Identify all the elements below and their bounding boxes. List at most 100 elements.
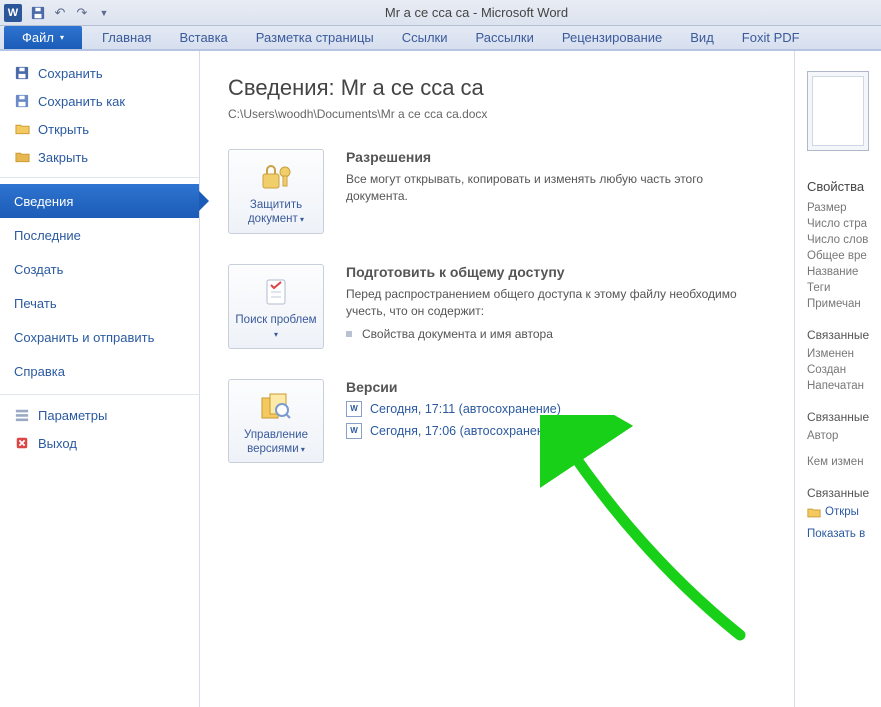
related-dates-heading: Связанные <box>807 328 881 342</box>
word-doc-icon: W <box>346 423 362 439</box>
folder-open-icon <box>14 121 30 137</box>
save-icon <box>14 65 30 81</box>
separator <box>0 177 199 178</box>
separator <box>0 394 199 395</box>
section-versions: Управление версиями Версии W Сегодня, 17… <box>228 379 766 464</box>
section-prepare: Поиск проблем Подготовить к общему досту… <box>228 264 766 349</box>
check-issues-button[interactable]: Поиск проблем <box>228 264 324 349</box>
document-thumbnail[interactable] <box>807 71 869 151</box>
save-icon[interactable] <box>30 5 46 21</box>
version-item[interactable]: W Сегодня, 17:11 (автосохранение) <box>346 401 562 417</box>
info-content: Сведения: Mr a ce cca ca C:\Users\woodh\… <box>200 51 795 707</box>
window-title: Mr a ce cca ca - Microsoft Word <box>112 5 881 20</box>
tab-file[interactable]: Файл <box>4 26 82 49</box>
ribbon-tabs: Файл Главная Вставка Разметка страницы С… <box>0 26 881 51</box>
section-permissions: Защитить документ Разрешения Все могут о… <box>228 149 766 234</box>
tab-insert[interactable]: Вставка <box>165 26 241 49</box>
page-title: Сведения: Mr a ce cca ca <box>228 75 766 101</box>
bullet-row: Свойства документа и имя автора <box>346 327 766 341</box>
prop-words: Число слов <box>807 234 881 246</box>
section-body: Подготовить к общему доступу Перед распр… <box>346 264 766 349</box>
prop-pages: Число стра <box>807 218 881 230</box>
sidebar-item-recent[interactable]: Последние <box>0 218 199 252</box>
prop-modified: Изменен <box>807 348 881 360</box>
sidebar-item-label: Печать <box>14 296 57 311</box>
sidebar-item-label: Сохранить как <box>38 94 125 109</box>
sidebar-item-label: Справка <box>14 364 65 379</box>
backstage-sidebar: Сохранить Сохранить как Открыть Закрыть … <box>0 51 200 707</box>
section-title: Подготовить к общему доступу <box>346 264 766 280</box>
title-bar: W ↶ ↷ ▼ Mr a ce cca ca - Microsoft Word <box>0 0 881 26</box>
section-body: Версии W Сегодня, 17:11 (автосохранение)… <box>346 379 562 464</box>
section-text: Все могут открывать, копировать и изменя… <box>346 171 766 205</box>
sidebar-item-print[interactable]: Печать <box>0 286 199 320</box>
options-icon <box>14 407 30 423</box>
show-all-link[interactable]: Показать в <box>807 528 881 540</box>
sidebar-item-saveas[interactable]: Сохранить как <box>0 87 199 115</box>
open-file-location[interactable]: Откры <box>807 506 881 518</box>
related-docs-heading: Связанные <box>807 486 881 500</box>
sidebar-item-open[interactable]: Открыть <box>0 115 199 143</box>
sidebar-item-label: Сохранить и отправить <box>14 330 154 345</box>
quick-access-toolbar: ↶ ↷ ▼ <box>30 5 112 21</box>
lock-key-icon <box>233 160 319 194</box>
prop-notes: Примечан <box>807 298 881 310</box>
button-label: Защитить документ <box>233 198 319 227</box>
sidebar-item-label: Создать <box>14 262 63 277</box>
sidebar-item-label: Сведения <box>14 194 73 209</box>
properties-heading[interactable]: Свойства <box>807 179 881 194</box>
word-app-icon: W <box>4 4 22 22</box>
inspect-icon <box>233 275 319 309</box>
tab-mail[interactable]: Рассылки <box>462 26 548 49</box>
tab-review[interactable]: Рецензирование <box>548 26 676 49</box>
tab-refs[interactable]: Ссылки <box>388 26 462 49</box>
sidebar-item-options[interactable]: Параметры <box>0 401 199 429</box>
tab-view[interactable]: Вид <box>676 26 728 49</box>
prop-created: Создан <box>807 364 881 376</box>
sidebar-item-new[interactable]: Создать <box>0 252 199 286</box>
sidebar-item-save[interactable]: Сохранить <box>0 59 199 87</box>
prop-edit-time: Общее вре <box>807 250 881 262</box>
word-doc-icon: W <box>346 401 362 417</box>
saveas-icon <box>14 93 30 109</box>
section-title: Версии <box>346 379 562 395</box>
button-label: Поиск проблем <box>233 313 319 342</box>
exit-icon <box>14 435 30 451</box>
qat-dropdown-icon[interactable]: ▼ <box>96 5 112 21</box>
bullet-text: Свойства документа и имя автора <box>362 327 553 341</box>
properties-panel: Свойства Размер Число стра Число слов Об… <box>795 51 881 707</box>
sidebar-item-help[interactable]: Справка <box>0 354 199 388</box>
protect-document-button[interactable]: Защитить документ <box>228 149 324 234</box>
section-text: Перед распространением общего доступа к … <box>346 286 766 320</box>
prop-size: Размер <box>807 202 881 214</box>
sidebar-item-label: Сохранить <box>38 66 103 81</box>
bullet-icon <box>346 331 352 337</box>
button-label: Управление версиями <box>233 428 319 457</box>
version-item[interactable]: W Сегодня, 17:06 (автосохранение) <box>346 423 562 439</box>
related-people-heading: Связанные <box>807 410 881 424</box>
tab-foxit[interactable]: Foxit PDF <box>728 26 814 49</box>
prop-printed: Напечатан <box>807 380 881 392</box>
prop-title: Название <box>807 266 881 278</box>
versions-icon <box>233 390 319 424</box>
sidebar-item-exit[interactable]: Выход <box>0 429 199 457</box>
tab-home[interactable]: Главная <box>88 26 165 49</box>
sidebar-item-share[interactable]: Сохранить и отправить <box>0 320 199 354</box>
manage-versions-button[interactable]: Управление версиями <box>228 379 324 464</box>
backstage-view: Сохранить Сохранить как Открыть Закрыть … <box>0 51 881 707</box>
sidebar-item-label: Закрыть <box>38 150 88 165</box>
sidebar-item-close[interactable]: Закрыть <box>0 143 199 171</box>
version-label: Сегодня, 17:06 (автосохранение) <box>370 424 562 438</box>
sidebar-item-info[interactable]: Сведения <box>0 184 199 218</box>
redo-icon[interactable]: ↷ <box>74 5 90 21</box>
section-body: Разрешения Все могут открывать, копирова… <box>346 149 766 234</box>
document-path: C:\Users\woodh\Documents\Mr a ce cca ca.… <box>228 107 766 121</box>
prop-modified-by: Кем измен <box>807 456 881 468</box>
version-label: Сегодня, 17:11 (автосохранение) <box>370 402 561 416</box>
undo-icon[interactable]: ↶ <box>52 5 68 21</box>
sidebar-item-label: Последние <box>14 228 81 243</box>
prop-tags: Теги <box>807 282 881 294</box>
tab-layout[interactable]: Разметка страницы <box>242 26 388 49</box>
folder-close-icon <box>14 149 30 165</box>
sidebar-item-label: Открыть <box>38 122 89 137</box>
